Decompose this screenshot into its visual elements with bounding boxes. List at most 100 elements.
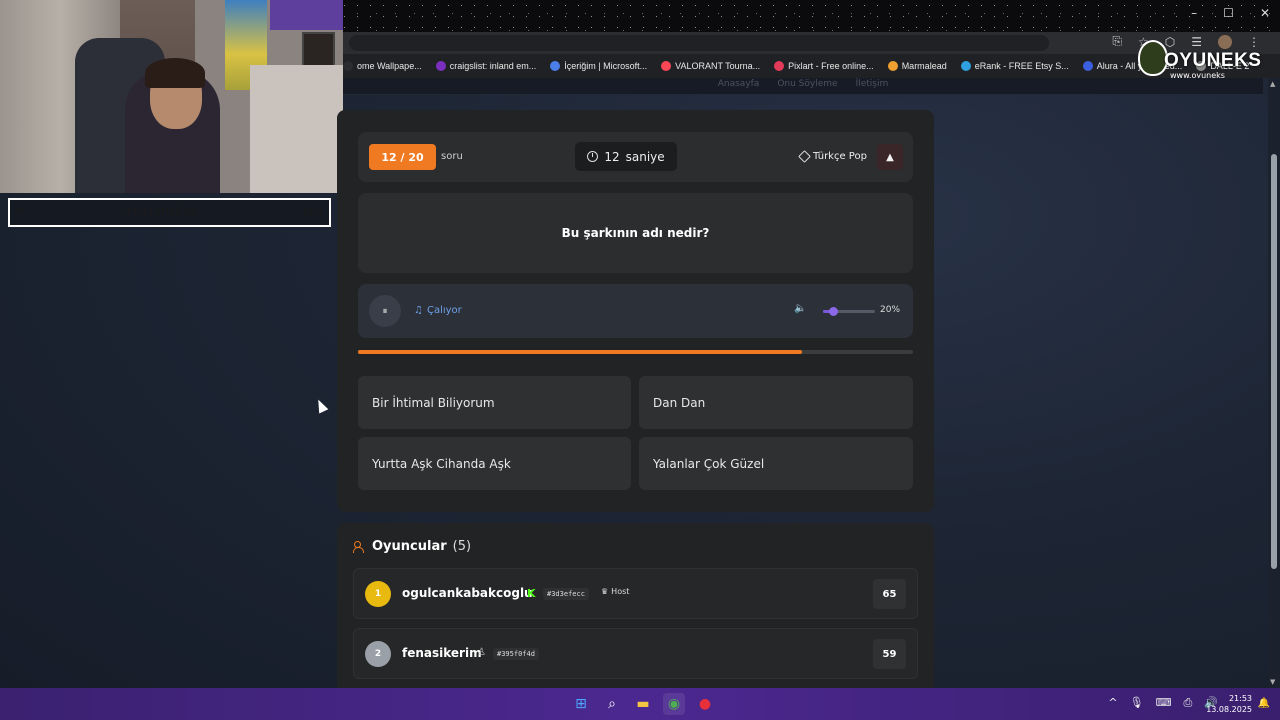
pause-button[interactable]: ⏸ [369, 295, 401, 327]
question-counter-label: soru [441, 151, 463, 162]
oyuneks-logo: OYUNEKS www.oyuneks [1138, 38, 1262, 82]
bookmark-favicon-icon [435, 61, 446, 71]
rank-badge: 2 [365, 641, 391, 667]
timer: 12 saniye [575, 142, 677, 171]
time-progress-bar [358, 350, 913, 354]
playing-status: ♫ Çalıyor [414, 305, 462, 316]
player-id: #395f0f4d [493, 648, 539, 660]
player-name: fenasikerim [402, 646, 482, 660]
players-title: Oyuncular (5) [353, 539, 471, 554]
answer-option-2[interactable]: Dan Dan [639, 376, 913, 429]
tag-icon [798, 150, 811, 163]
time-progress-fill [358, 350, 802, 354]
host-badge: ♛ Host [601, 587, 629, 596]
microphone-icon[interactable]: 🎙 [1130, 696, 1144, 710]
bookmark-favicon-icon [774, 61, 785, 71]
bookmark-item[interactable]: Marmalead [887, 61, 947, 71]
warning-icon: ▲ [886, 151, 894, 163]
bookmark-item[interactable]: ome Wallpape... [343, 61, 422, 71]
nav-home[interactable]: Anasayfa [718, 79, 760, 94]
clock-icon [587, 151, 599, 162]
audio-player: ⏸ ♫ Çalıyor 🔈 20% [358, 284, 913, 338]
bookmark-favicon-icon [1082, 61, 1093, 71]
players-count: (5) [452, 539, 472, 554]
taskbar: ⊞ ⌕ ▬ ◉ ● ^ 🎙 ⌨ ⎙ 🔊 21:53 13.08.2025 🔔 [0, 688, 1280, 720]
users-icon [353, 541, 366, 553]
keyboard-icon[interactable]: ⌨ [1156, 696, 1172, 710]
bookmark-item[interactable]: İçeriğim | Microsoft... [550, 61, 647, 71]
close-button[interactable]: ✕ [1260, 6, 1270, 20]
kick-icon: K [527, 587, 536, 600]
bookmark-favicon-icon [887, 61, 898, 71]
bookmark-label: ome Wallpape... [357, 61, 422, 71]
answer-option-3[interactable]: Yurtta Aşk Cihanda Aşk [358, 437, 631, 490]
search-icon[interactable]: ⌕ [601, 693, 623, 715]
nav-contact[interactable]: İletişim [856, 79, 889, 94]
scroll-down-icon[interactable]: ▼ [1270, 678, 1275, 686]
bookmark-favicon-icon [343, 61, 353, 71]
player-row: 1 ogulcankabakcoglu K #3d3efecc ♛ Host 6… [353, 568, 918, 619]
player-row: 2 fenasikerim ♙ #395f0f4d 59 [353, 628, 918, 679]
file-explorer-icon[interactable]: ▬ [632, 693, 654, 715]
bookmark-favicon-icon [550, 61, 561, 71]
question-text: Bu şarkının adı nedir? [358, 193, 913, 273]
bookmark-item[interactable]: Pixlart - Free online... [774, 61, 874, 71]
followers-goal-bar: 0 FOLLOWERS 100 [8, 198, 331, 227]
bookmark-label: İçeriğim | Microsoft... [564, 61, 648, 71]
bookmark-item[interactable]: eRank - FREE Etsy S... [960, 61, 1069, 71]
bookmark-item[interactable]: craigslist: inland em... [435, 61, 536, 71]
bookmark-label: eRank - FREE Etsy S... [974, 61, 1069, 71]
players-title-label: Oyuncular [372, 539, 447, 554]
mouse-cursor-icon [313, 397, 329, 414]
genre-tag: Türkçe Pop [798, 150, 867, 163]
quiz-header: 12 / 20 soru 12 saniye Türkçe Pop ▲ [358, 132, 913, 182]
minimize-button[interactable]: – [1191, 6, 1197, 20]
player-score: 65 [873, 579, 906, 609]
crown-icon: ♛ [601, 587, 609, 596]
scroll-up-icon[interactable]: ▲ [1270, 80, 1275, 88]
address-bar[interactable] [349, 35, 1049, 51]
bookmark-favicon-icon [960, 61, 971, 71]
app-icon[interactable]: ● [694, 693, 716, 715]
tray-expand-icon[interactable]: ^ [1108, 696, 1117, 710]
chrome-icon[interactable]: ◉ [663, 693, 685, 715]
user-icon: ♙ [477, 647, 486, 658]
volume-value: 20% [880, 305, 901, 315]
player-name: ogulcankabakcoglu [402, 586, 533, 600]
bookmark-item[interactable]: VALORANT Tourna... [661, 61, 760, 71]
timer-value: 12 [604, 149, 620, 164]
followers-min: 0 [16, 207, 23, 218]
volume-slider[interactable] [823, 307, 875, 316]
answer-option-4[interactable]: Yalanlar Çok Güzel [639, 437, 913, 490]
scroll-thumb[interactable] [1271, 154, 1277, 569]
bookmark-label: Marmalead [901, 61, 947, 71]
system-tray: ^ 🎙 ⌨ ⎙ 🔊 [1108, 696, 1218, 710]
clock-time: 21:53 [1228, 694, 1252, 703]
timer-unit: saniye [625, 149, 665, 164]
bookmark-label: VALORANT Tourna... [675, 61, 761, 71]
bookmark-label: Pixlart - Free online... [788, 61, 874, 71]
genre-label: Türkçe Pop [813, 151, 867, 162]
notification-icon[interactable]: 🔔 [1258, 698, 1270, 709]
page-scrollbar[interactable]: ▲ ▼ [1268, 78, 1280, 688]
logo-brand: OYUNEKS [1164, 50, 1262, 71]
host-label: Host [611, 587, 630, 596]
nav-game[interactable]: Onu Söyleme [777, 79, 837, 94]
network-icon[interactable]: ⎙ [1183, 696, 1192, 710]
install-icon[interactable]: ⎘ [1112, 34, 1122, 49]
clock[interactable]: 21:53 13.08.2025 [1206, 693, 1252, 715]
volume-handle[interactable] [829, 307, 839, 316]
music-note-icon: ♫ [414, 305, 423, 316]
site-nav: Anasayfa Onu Söyleme İletişim [343, 78, 1263, 95]
answer-option-1[interactable]: Bir İhtimal Biliyorum [358, 376, 631, 429]
question-counter: 12 / 20 [369, 144, 436, 170]
report-button[interactable]: ▲ [877, 144, 903, 170]
volume-icon[interactable]: 🔈 [794, 303, 806, 314]
player-score: 59 [873, 639, 906, 669]
start-icon[interactable]: ⊞ [570, 693, 592, 715]
player-id: #3d3efecc [543, 588, 589, 600]
maximize-button[interactable]: ☐ [1223, 6, 1234, 20]
bookmark-favicon-icon [661, 61, 672, 71]
desktop: – ☐ ✕ ⎘ ☆ ⬡ ☰ ⋮ ome Wallpape... craigslis… [0, 0, 1280, 720]
playing-label: Çalıyor [426, 305, 462, 316]
